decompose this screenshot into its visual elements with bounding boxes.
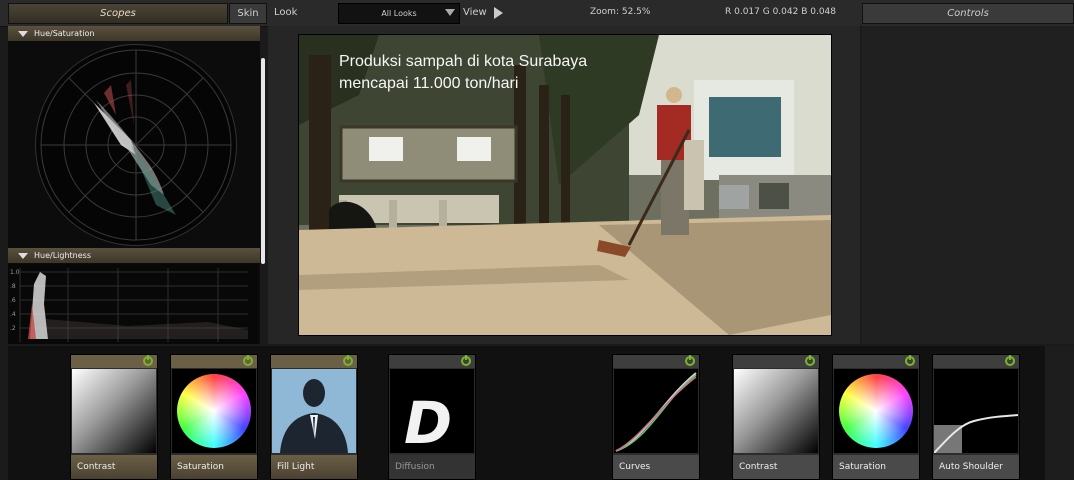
play-icon[interactable]: [494, 7, 503, 19]
hue-lightness-header[interactable]: Hue/Lightness: [8, 248, 260, 263]
scopes-panel: Hue/Saturation Hue/Lightness 1.0 .8 .6 .…: [8, 26, 260, 344]
contrast-gradient-icon: [72, 369, 156, 453]
scopes-title: Scopes: [8, 3, 228, 24]
hue-saturation-label: Hue/Saturation: [34, 29, 95, 38]
power-icon[interactable]: [1005, 355, 1015, 366]
color-wheel-thumb: [172, 369, 256, 453]
skin-button[interactable]: Skin: [229, 3, 267, 24]
vectorscope: [35, 44, 237, 246]
tool-contrast-2[interactable]: Contrast: [732, 354, 820, 480]
zoom-readout: Zoom: 52.5%: [590, 7, 651, 17]
power-icon[interactable]: [143, 355, 153, 366]
collapse-triangle-icon: [18, 30, 28, 37]
silhouette-graphic: [280, 379, 348, 453]
video-frame[interactable]: Produksi sampah di kota Surabaya mencapa…: [298, 34, 832, 336]
tool-fill-light[interactable]: Fill Light: [270, 354, 358, 480]
rgb-readout: R 0.017 G 0.042 B 0.048: [725, 7, 837, 17]
hl-tick: 1.0: [10, 269, 20, 276]
hue-saturation-header[interactable]: Hue/Saturation: [8, 26, 260, 41]
tool-label: Fill Light: [271, 455, 357, 479]
tool-contrast[interactable]: Contrast: [70, 354, 158, 480]
curves-icon: [614, 369, 698, 453]
tool-auto-shoulder[interactable]: Auto Shoulder: [932, 354, 1020, 480]
letter-d-icon: D: [390, 369, 474, 453]
contrast-gradient-icon: [734, 369, 818, 453]
curves-graphic: [615, 372, 697, 452]
hl-tick: .8: [10, 283, 16, 290]
color-wheel-thumb: [834, 369, 918, 453]
tool-diffusion[interactable]: D Diffusion: [388, 354, 476, 480]
looks-dropdown[interactable]: All Looks: [338, 3, 460, 24]
power-icon[interactable]: [343, 355, 353, 366]
chevron-down-icon: [445, 9, 455, 16]
color-wheel-icon: [177, 374, 251, 448]
tool-label: Contrast: [733, 455, 819, 479]
scopes-scrollbar[interactable]: [261, 58, 265, 264]
tool-saturation[interactable]: Saturation: [170, 354, 258, 480]
collapse-triangle-icon: [18, 252, 28, 259]
vectorscope-graph: [40, 49, 232, 241]
looks-dropdown-value: All Looks: [381, 9, 417, 18]
shoulder-graphic: [934, 414, 1018, 453]
caption-line-1: Produksi sampah di kota Surabaya: [339, 53, 588, 70]
caption-line-2: mencapai 11.000 ton/hari: [339, 75, 519, 92]
view-button[interactable]: View: [463, 3, 505, 22]
tool-label: Saturation: [833, 455, 919, 479]
controls-title: Controls: [862, 3, 1074, 24]
shoulder-curve-icon: [934, 369, 1018, 453]
tool-label: Saturation: [171, 455, 257, 479]
hue-lightness-plot: 1.0 .8 .6 .4 .2: [10, 268, 248, 342]
video-caption: Produksi sampah di kota Surabaya mencapa…: [339, 51, 587, 95]
controls-panel: [862, 26, 1074, 344]
tool-strip-edge: [1045, 346, 1074, 480]
hl-tick: .2: [10, 325, 16, 332]
tool-curves[interactable]: Curves: [612, 354, 700, 480]
power-icon[interactable]: [905, 355, 915, 366]
power-icon[interactable]: [461, 355, 471, 366]
hl-tick: .6: [10, 297, 16, 304]
power-icon[interactable]: [805, 355, 815, 366]
tool-label: Contrast: [71, 455, 157, 479]
color-wheel-icon: [839, 374, 913, 448]
tool-label: Curves: [613, 455, 699, 479]
look-theater-label: Look Theater: [274, 7, 313, 37]
tool-label: Diffusion: [389, 455, 475, 479]
tool-saturation-2[interactable]: Saturation: [832, 354, 920, 480]
tool-label: Auto Shoulder: [933, 455, 1019, 479]
hue-lightness-label: Hue/Lightness: [34, 251, 91, 260]
silhouette-icon: [272, 369, 356, 453]
top-bar: Scopes Skin Look Theater All Looks View …: [0, 0, 1074, 37]
app-window: Scopes Skin Look Theater All Looks View …: [0, 0, 1074, 480]
power-icon[interactable]: [685, 355, 695, 366]
view-label: View: [463, 7, 487, 18]
power-icon[interactable]: [243, 355, 253, 366]
hue-lightness-graph: 1.0 .8 .6 .4 .2: [8, 264, 258, 344]
hl-tick: .4: [10, 311, 16, 318]
d-glyph: D: [404, 389, 453, 453]
